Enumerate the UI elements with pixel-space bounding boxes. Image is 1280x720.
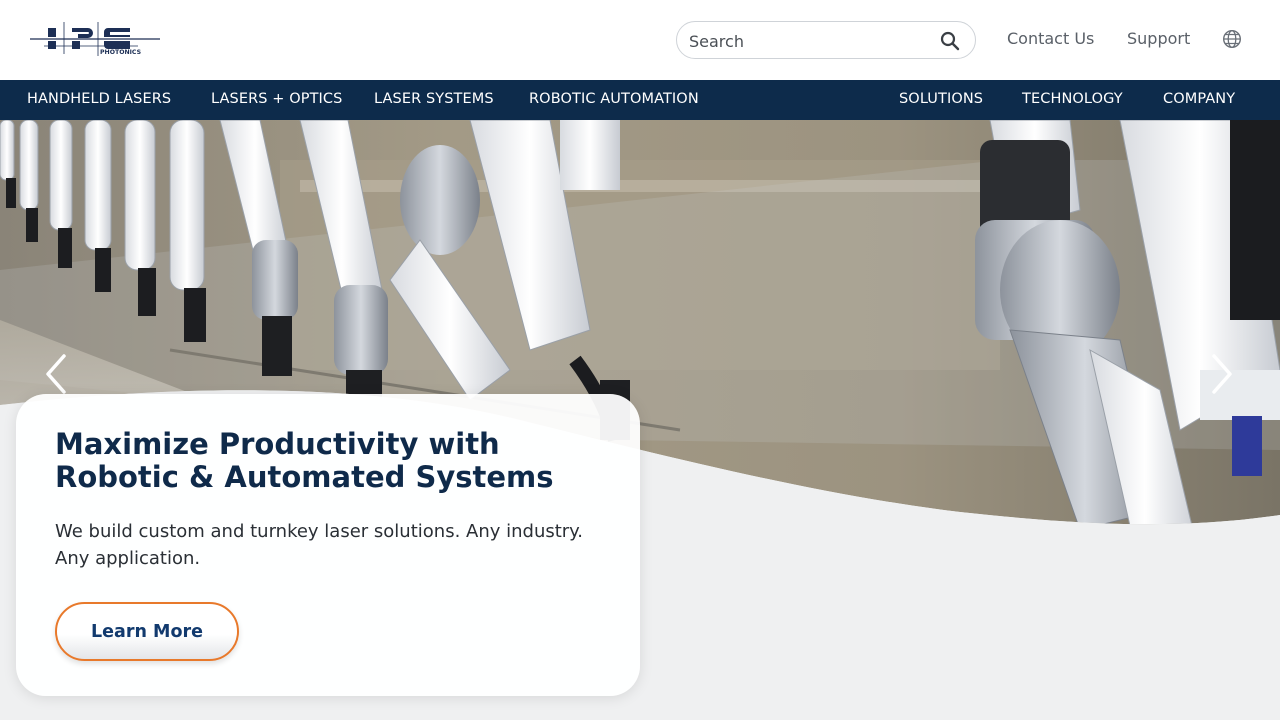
nav-item-handheld-lasers[interactable]: HANDHELD LASERS bbox=[27, 91, 171, 107]
globe-icon[interactable] bbox=[1222, 29, 1242, 49]
hero-title-line1: Maximize Productivity with bbox=[55, 427, 500, 461]
nav-item-lasers-optics[interactable]: LASERS + OPTICS bbox=[211, 91, 342, 107]
hero-carousel: Maximize Productivity with Robotic & Aut… bbox=[0, 120, 1280, 720]
nav-item-laser-systems[interactable]: LASER SYSTEMS bbox=[374, 91, 494, 107]
nav-item-technology[interactable]: TECHNOLOGY bbox=[1022, 91, 1123, 107]
chevron-right-icon[interactable] bbox=[1206, 352, 1236, 396]
hero-description-line2: Any application. bbox=[55, 548, 201, 569]
nav-item-solutions[interactable]: SOLUTIONS bbox=[899, 91, 983, 107]
logo-subtext: PHOTONICS bbox=[100, 49, 141, 56]
site-header: PHOTONICS Contact Us Support bbox=[0, 0, 1280, 80]
hero-card: Maximize Productivity with Robotic & Aut… bbox=[16, 394, 640, 696]
main-nav: HANDHELD LASERS LASERS + OPTICS LASER SY… bbox=[0, 80, 1280, 120]
search-box bbox=[676, 21, 976, 59]
nav-item-robotic-automation[interactable]: ROBOTIC AUTOMATION bbox=[529, 91, 699, 107]
search-icon[interactable] bbox=[940, 31, 960, 51]
hero-description-line1: We build custom and turnkey laser soluti… bbox=[55, 521, 583, 542]
contact-us-link[interactable]: Contact Us bbox=[1007, 29, 1094, 48]
hero-description: We build custom and turnkey laser soluti… bbox=[55, 518, 615, 572]
support-link[interactable]: Support bbox=[1127, 29, 1190, 48]
chevron-left-icon[interactable] bbox=[42, 352, 72, 396]
ipg-photonics-logo[interactable]: PHOTONICS bbox=[28, 18, 162, 60]
hero-title: Maximize Productivity with Robotic & Aut… bbox=[55, 428, 615, 494]
hero-title-line2: Robotic & Automated Systems bbox=[55, 460, 554, 494]
search-input[interactable] bbox=[689, 29, 929, 53]
nav-item-company[interactable]: COMPANY bbox=[1163, 91, 1235, 107]
learn-more-button[interactable]: Learn More bbox=[55, 602, 239, 661]
